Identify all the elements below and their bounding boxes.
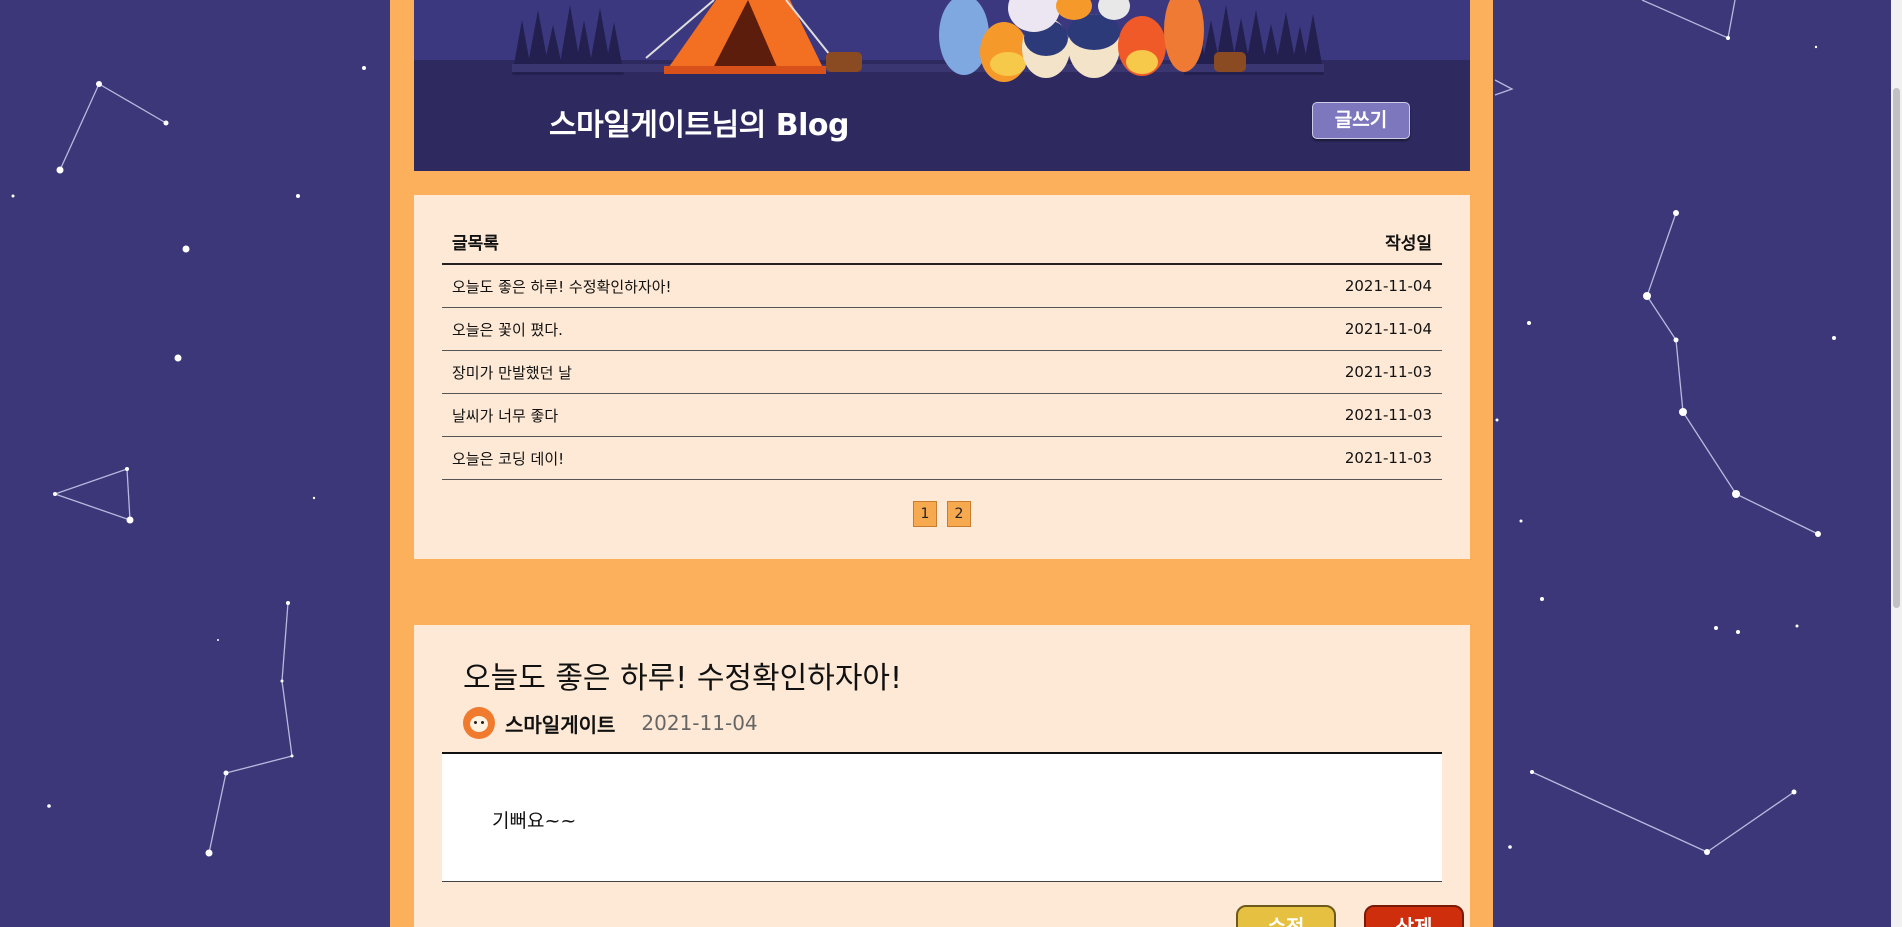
post-title-cell[interactable]: 오늘은 꽃이 폈다. [442, 307, 1133, 351]
blog-page: 스마일게이트님의 Blog 글쓰기 글목록 작성일 오늘도 좋은 하루! 수정확… [390, 0, 1493, 927]
post-content: 기뻐요~~ [442, 752, 1442, 882]
scrollbar[interactable] [1891, 0, 1902, 927]
post-title-cell[interactable]: 장미가 만발했던 날 [442, 350, 1133, 394]
post-title: 오늘도 좋은 하루! 수정확인하자아! [463, 661, 903, 696]
blog-header: 스마일게이트님의 Blog 글쓰기 [414, 0, 1470, 171]
blog-title: 스마일게이트님의 Blog [549, 108, 849, 143]
table-row[interactable]: 오늘도 좋은 하루! 수정확인하자아! 2021-11-04 [442, 264, 1442, 308]
post-date-cell: 2021-11-04 [1132, 307, 1442, 351]
avatar-face [470, 716, 488, 732]
post-meta: 스마일게이트 2021-11-04 [463, 705, 758, 741]
post-title-cell[interactable]: 날씨가 너무 좋다 [442, 393, 1133, 437]
avatar [463, 707, 495, 739]
title-column-header: 글목록 [442, 219, 1133, 265]
scrollbar-thumb[interactable] [1893, 88, 1900, 608]
post-list-panel: 글목록 작성일 오늘도 좋은 하루! 수정확인하자아! 2021-11-04 오… [414, 195, 1470, 559]
post-date-cell: 2021-11-04 [1132, 264, 1442, 308]
camp-illustration [414, 0, 1470, 171]
page-button-1[interactable]: 1 [913, 501, 937, 527]
post-detail-panel: 오늘도 좋은 하루! 수정확인하자아! 스마일게이트 2021-11-04 기뻐… [414, 625, 1470, 927]
avatar-eye [481, 721, 484, 724]
page-button-2[interactable]: 2 [947, 501, 971, 527]
write-button[interactable]: 글쓰기 [1312, 102, 1410, 139]
post-date-cell: 2021-11-03 [1132, 393, 1442, 437]
date-column-header: 작성일 [1132, 219, 1442, 265]
post-date: 2021-11-04 [641, 711, 758, 735]
author-name: 스마일게이트 [505, 712, 616, 737]
post-title-cell[interactable]: 오늘은 코딩 데이! [442, 436, 1133, 480]
edit-button[interactable]: 수정 [1236, 905, 1336, 927]
post-body: 기뻐요~~ [492, 810, 577, 832]
table-row[interactable]: 날씨가 너무 좋다 2021-11-03 [442, 393, 1442, 437]
pagination: 1 2 [414, 501, 1470, 527]
post-table: 글목록 작성일 오늘도 좋은 하루! 수정확인하자아! 2021-11-04 오… [442, 219, 1442, 480]
post-date-cell: 2021-11-03 [1132, 350, 1442, 394]
post-date-cell: 2021-11-03 [1132, 436, 1442, 480]
avatar-eye [474, 721, 477, 724]
post-title-cell[interactable]: 오늘도 좋은 하루! 수정확인하자아! [442, 264, 1133, 308]
table-row[interactable]: 장미가 만발했던 날 2021-11-03 [442, 350, 1442, 394]
post-table-header: 글목록 작성일 [442, 219, 1442, 265]
table-row[interactable]: 오늘은 꽃이 폈다. 2021-11-04 [442, 307, 1442, 351]
delete-button[interactable]: 삭제 [1364, 905, 1464, 927]
table-row[interactable]: 오늘은 코딩 데이! 2021-11-03 [442, 436, 1442, 480]
